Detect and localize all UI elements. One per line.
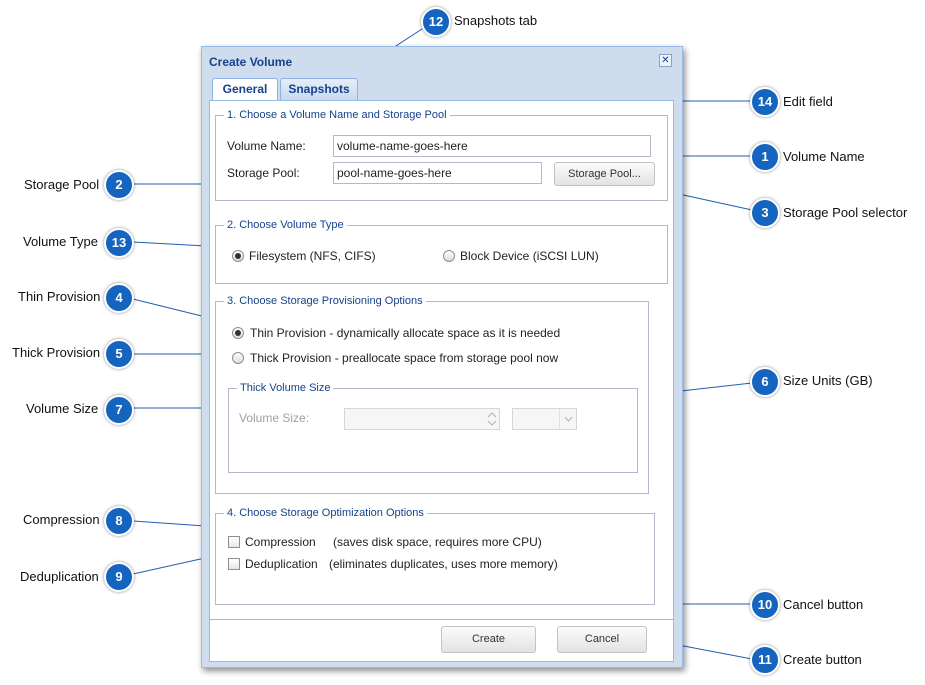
callout-badge-13: 13: [104, 228, 134, 258]
callout-label-edit-field: Edit field: [783, 94, 833, 109]
storage-pool-button[interactable]: Storage Pool...: [554, 162, 655, 186]
provisioning-fieldset: 3. Choose Storage Provisioning Options T…: [215, 295, 649, 494]
thin-provision-label: Thin Provision - dynamically allocate sp…: [250, 326, 561, 340]
callout-label-storage-pool-selector: Storage Pool selector: [783, 205, 908, 220]
section-3-legend: 3. Choose Storage Provisioning Options: [224, 295, 426, 307]
compression-label: Compression: [245, 535, 316, 549]
callout-label-thin-provision: Thin Provision: [18, 289, 101, 304]
dialog-title: Create Volume: [209, 55, 293, 69]
callout-badge-2: 2: [104, 170, 134, 200]
block-device-label: Block Device (iSCSI LUN): [460, 249, 599, 263]
section-1-legend: 1. Choose a Volume Name and Storage Pool: [224, 109, 450, 121]
callout-badge-7: 7: [104, 395, 134, 425]
volume-size-input[interactable]: [344, 408, 500, 430]
callout-badge-12: 12: [421, 7, 451, 37]
storage-pool-input[interactable]: pool-name-goes-here: [333, 162, 542, 184]
volume-size-spinner[interactable]: [485, 409, 499, 429]
callout-label-create-button: Create button: [783, 652, 862, 667]
chevron-down-icon: [564, 416, 573, 422]
thick-provision-radio[interactable]: [232, 352, 244, 364]
create-button[interactable]: Create: [441, 626, 536, 653]
callout-badge-10: 10: [750, 590, 780, 620]
section-2-legend: 2. Choose Volume Type: [224, 219, 347, 231]
callout-label-thick-provision: Thick Provision: [12, 345, 101, 360]
tab-general[interactable]: General: [212, 78, 278, 100]
callout-badge-8: 8: [104, 506, 134, 536]
compression-checkbox[interactable]: [228, 536, 240, 548]
dialog-footer: Create Cancel: [209, 620, 674, 662]
optimization-fieldset: 4. Choose Storage Optimization Options C…: [215, 507, 655, 605]
thick-volume-size-legend: Thick Volume Size: [237, 382, 334, 394]
general-panel: 1. Choose a Volume Name and Storage Pool…: [209, 100, 674, 620]
filesystem-label: Filesystem (NFS, CIFS): [249, 249, 376, 263]
callout-label-compression: Compression: [23, 512, 100, 527]
callout-label-size-units: Size Units (GB): [783, 373, 873, 388]
deduplication-checkbox[interactable]: [228, 558, 240, 570]
callout-label-storage-pool: Storage Pool: [24, 177, 100, 192]
deduplication-description: (eliminates duplicates, uses more memory…: [329, 557, 558, 571]
volume-name-input[interactable]: volume-name-goes-here: [333, 135, 651, 157]
tab-snapshots[interactable]: Snapshots: [280, 78, 358, 100]
callout-badge-14: 14: [750, 87, 780, 117]
deduplication-label: Deduplication: [245, 557, 318, 571]
callout-badge-3: 3: [750, 198, 780, 228]
thick-volume-size-fieldset: Thick Volume Size Volume Size:: [228, 382, 638, 473]
thin-provision-radio[interactable]: [232, 327, 244, 339]
callout-label-volume-size: Volume Size: [26, 401, 99, 416]
callout-badge-5: 5: [104, 339, 134, 369]
create-volume-dialog: Create Volume ✕ General Snapshots 1. Cho…: [201, 46, 683, 668]
filesystem-radio[interactable]: [232, 250, 244, 262]
section-4-legend: 4. Choose Storage Optimization Options: [224, 507, 427, 519]
callout-label-deduplication: Deduplication: [20, 569, 99, 584]
volume-name-fieldset: 1. Choose a Volume Name and Storage Pool…: [215, 109, 668, 201]
volume-name-label: Volume Name:: [227, 139, 306, 153]
callout-badge-4: 4: [104, 283, 134, 313]
block-device-radio[interactable]: [443, 250, 455, 262]
callout-badge-6: 6: [750, 367, 780, 397]
callout-label-volume-name: Volume Name: [783, 149, 865, 164]
thick-provision-label: Thick Provision - preallocate space from…: [250, 351, 559, 365]
callout-badge-11: 11: [750, 645, 780, 675]
callout-badge-9: 9: [104, 562, 134, 592]
callout-label-snapshots-tab: Snapshots tab: [454, 13, 538, 28]
volume-size-label: Volume Size:: [239, 411, 310, 425]
compression-description: (saves disk space, requires more CPU): [333, 535, 542, 549]
cancel-button[interactable]: Cancel: [557, 626, 647, 653]
storage-pool-label: Storage Pool:: [227, 166, 300, 180]
units-dropdown-trigger[interactable]: [559, 409, 577, 429]
volume-type-fieldset: 2. Choose Volume Type Filesystem (NFS, C…: [215, 219, 668, 284]
callout-label-cancel-button: Cancel button: [783, 597, 864, 612]
callout-badge-1: 1: [750, 142, 780, 172]
spinner-arrows-icon: [487, 412, 497, 426]
callout-label-volume-type: Volume Type: [23, 234, 98, 249]
close-icon[interactable]: ✕: [659, 54, 672, 67]
